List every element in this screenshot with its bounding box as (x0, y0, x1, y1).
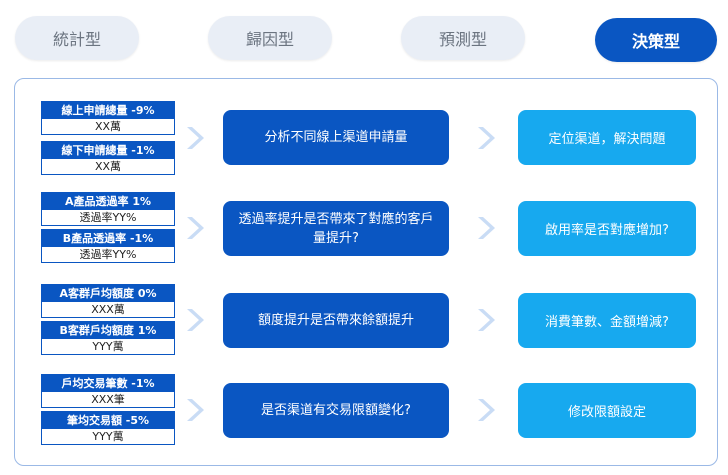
chevron-right-icon (187, 217, 204, 239)
metric-value: XX萬 (94, 160, 122, 173)
metric-card: 筆均交易額 -5% YYY萬 (41, 411, 175, 445)
flow-row: A產品透過率 1% 透過率YY% B產品透過率 -1% 透過率YY% 透過率提升… (15, 192, 717, 272)
metric-title: 線上申請總量 -9% (42, 102, 174, 119)
chevron-right-icon (478, 399, 495, 421)
type-tabs: 統計型 歸因型 預測型 決策型 (0, 12, 728, 62)
tab-predictive[interactable]: 預測型 (401, 16, 525, 60)
tab-attribution[interactable]: 歸因型 (208, 16, 332, 60)
metric-value: XXX萬 (91, 303, 125, 316)
metric-card: B產品透過率 -1% 透過率YY% (41, 229, 175, 263)
metric-title: 筆均交易額 -5% (42, 412, 174, 429)
chevron-right-icon (478, 127, 495, 149)
metric-title: 線下申請總量 -1% (42, 142, 174, 159)
chevron-right-icon (187, 399, 204, 421)
metric-value: XXX筆 (91, 393, 125, 406)
metric-title: B產品透過率 -1% (42, 230, 174, 247)
flow-row: A客群戶均額度 0% XXX萬 B客群戶均額度 1% YYY萬 額度提升是否帶來… (15, 284, 717, 364)
metric-title: 戶均交易筆數 -1% (42, 375, 174, 392)
action-box: 消費筆數、金額增減? (518, 293, 696, 348)
metric-value: 透過率YY% (79, 211, 137, 224)
flow-row: 戶均交易筆數 -1% XXX筆 筆均交易額 -5% YYY萬 是否渠道有交易限額… (15, 374, 717, 454)
metric-card: A產品透過率 1% 透過率YY% (41, 192, 175, 226)
chevron-right-icon (478, 217, 495, 239)
metric-title: A客群戶均額度 0% (42, 285, 174, 302)
metric-value: YYY萬 (92, 340, 124, 353)
metric-card: 線上申請總量 -9% XX萬 (41, 101, 175, 135)
flow-row: 線上申請總量 -9% XX萬 線下申請總量 -1% XX萬 分析不同線上渠道申請… (15, 99, 717, 179)
metric-card: B客群戶均額度 1% YYY萬 (41, 321, 175, 355)
tab-decision[interactable]: 決策型 (595, 18, 717, 62)
metric-value: 透過率YY% (79, 248, 137, 261)
metric-card: 戶均交易筆數 -1% XXX筆 (41, 374, 175, 408)
metric-title: B客群戶均額度 1% (42, 322, 174, 339)
chevron-right-icon (187, 309, 204, 331)
metric-title: A產品透過率 1% (42, 193, 174, 210)
analysis-box: 透過率提升是否帶來了對應的客戶量提升? (223, 201, 449, 256)
metric-card: 線下申請總量 -1% XX萬 (41, 141, 175, 175)
action-box: 啟用率是否對應增加? (518, 201, 696, 256)
metric-value: YYY萬 (92, 430, 124, 443)
chevron-right-icon (478, 309, 495, 331)
analysis-box: 是否渠道有交易限額變化? (223, 383, 449, 438)
decision-panel: 線上申請總量 -9% XX萬 線下申請總量 -1% XX萬 分析不同線上渠道申請… (14, 78, 718, 466)
chevron-right-icon (187, 127, 204, 149)
analysis-box: 額度提升是否帶來餘額提升 (223, 293, 449, 348)
action-box: 修改限額設定 (518, 383, 696, 438)
action-box: 定位渠道，解決問題 (518, 110, 696, 165)
metric-card: A客群戶均額度 0% XXX萬 (41, 284, 175, 318)
metric-value: XX萬 (94, 120, 122, 133)
tab-statistical[interactable]: 統計型 (15, 16, 139, 60)
analysis-box: 分析不同線上渠道申請量 (223, 110, 449, 165)
